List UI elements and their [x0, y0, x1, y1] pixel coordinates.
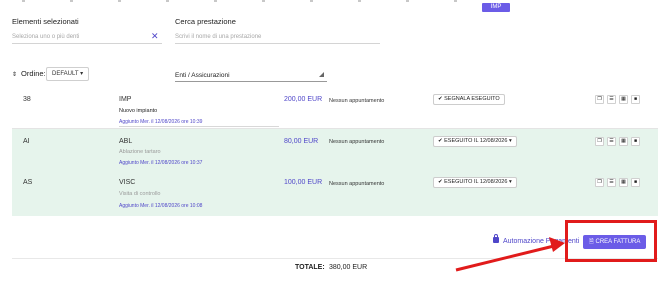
- arrow-shaft: [455, 243, 559, 272]
- arrow-head: [549, 237, 565, 252]
- arrow-annotation: [455, 237, 565, 272]
